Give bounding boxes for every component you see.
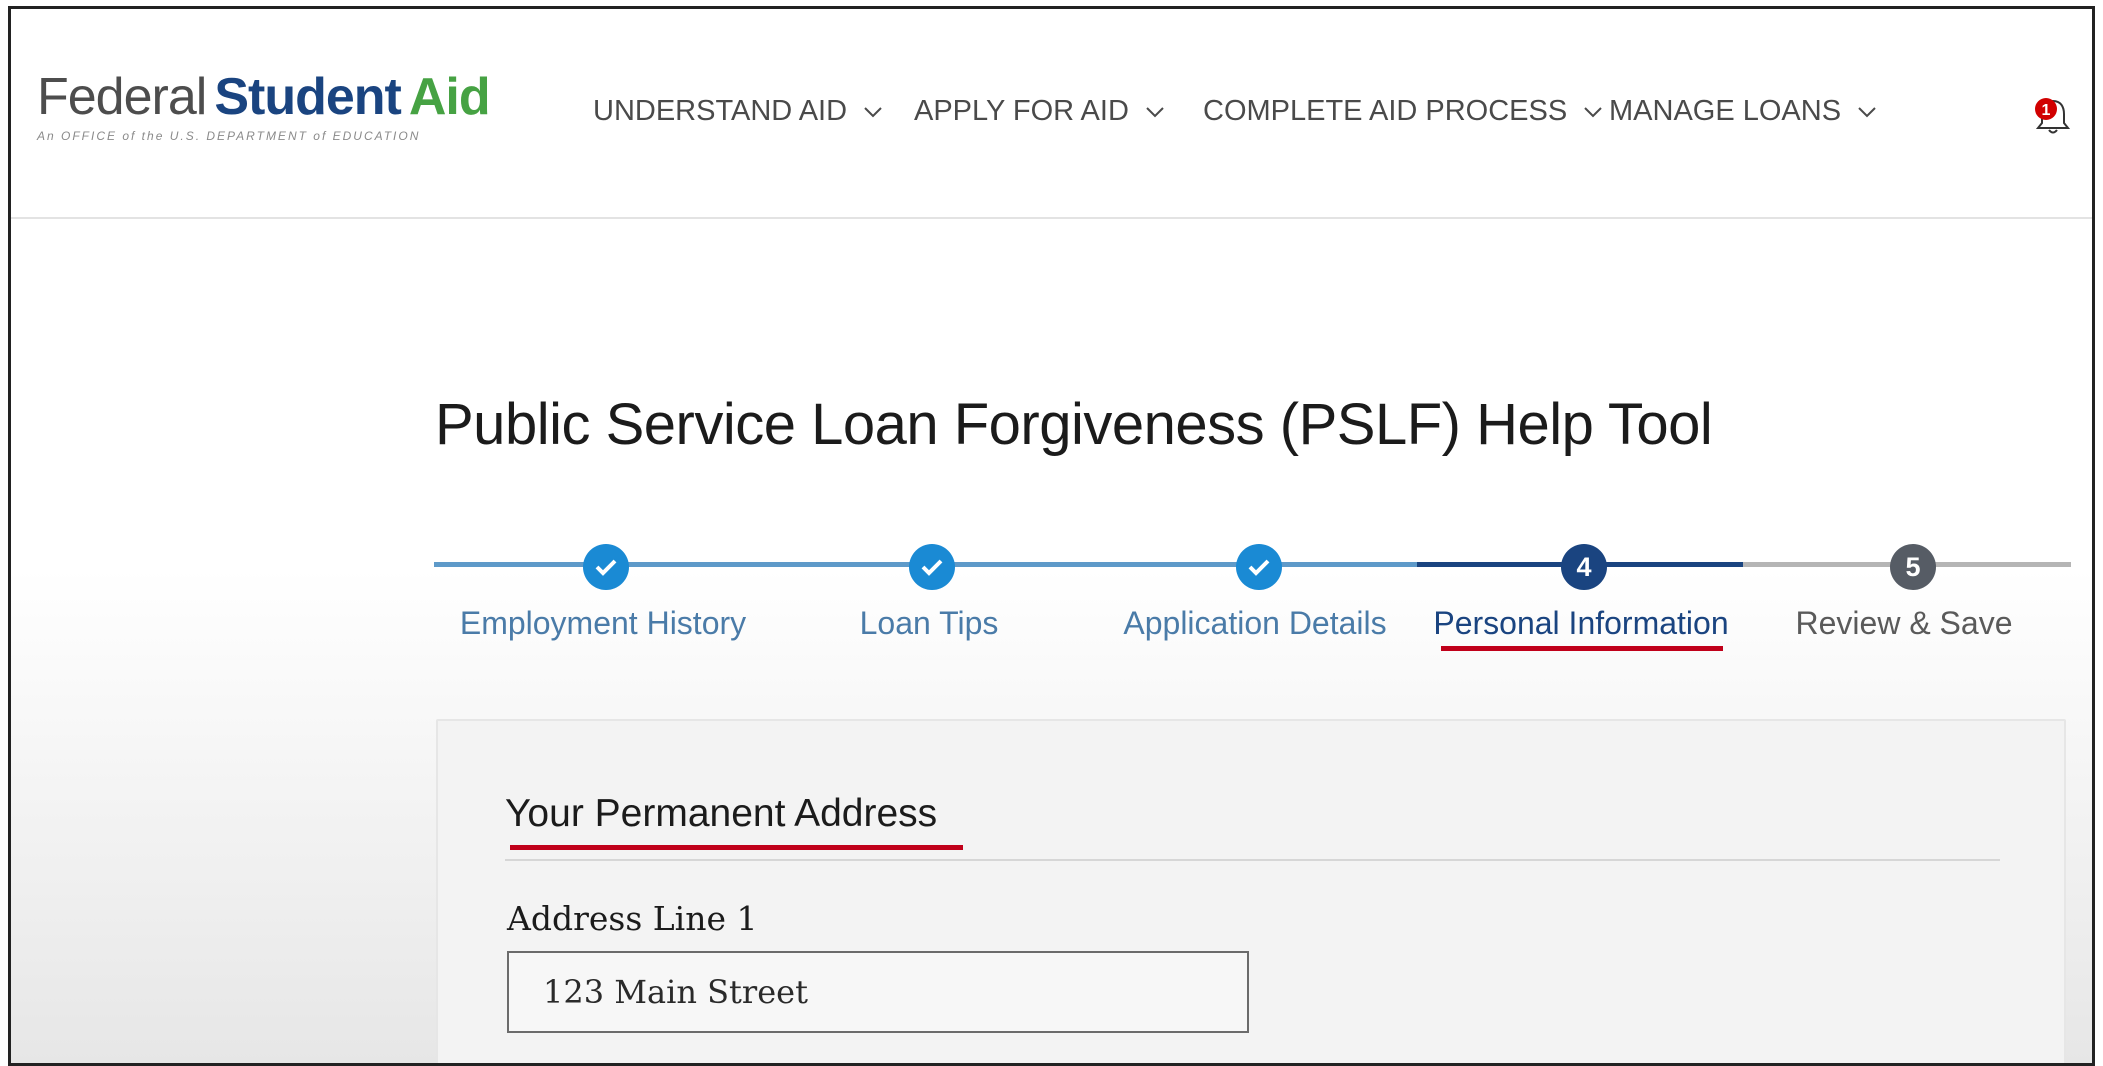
logo-word-student: Student [214, 68, 402, 126]
step-5-number: 5 [1890, 544, 1936, 590]
bell-icon: 1 [2035, 98, 2071, 134]
logo-tagline: An OFFICE of the U.S. DEPARTMENT of EDUC… [37, 129, 421, 143]
notifications-button[interactable]: 1 [2033, 95, 2073, 137]
step-label-application-details[interactable]: Application Details [1123, 605, 1386, 642]
notification-count: 1 [2042, 102, 2051, 119]
step-label-employment-history[interactable]: Employment History [460, 605, 746, 642]
site-header: Federal Student Aid An OFFICE of the U.S. … [11, 9, 2092, 219]
logo-word-aid: Aid [408, 68, 491, 126]
step-4-number: 4 [1561, 544, 1607, 590]
section-title: Your Permanent Address [505, 792, 938, 835]
step-label-review-save: Review & Save [1795, 605, 2013, 641]
chevron-down-icon [1858, 106, 1876, 117]
annotation-underline-current-step [1441, 646, 1723, 651]
nav-label: APPLY FOR AID [914, 95, 1129, 127]
nav-label: MANAGE LOANS [1609, 95, 1842, 127]
step-3-check-icon [1236, 544, 1282, 590]
logo-word-federal: Federal [37, 68, 207, 126]
nav-label: UNDERSTAND AID [593, 95, 848, 127]
nav-apply-for-aid[interactable]: APPLY FOR AID [914, 95, 1165, 128]
nav-complete-aid-process[interactable]: COMPLETE AID PROCESS [1203, 95, 1603, 128]
step-label-loan-tips[interactable]: Loan Tips [860, 605, 999, 642]
screenshot-frame: Federal Student Aid An OFFICE of the U.S. … [8, 6, 2095, 1066]
annotation-underline-section-title [510, 845, 963, 850]
chevron-down-icon [864, 106, 882, 117]
section-divider [505, 859, 2000, 861]
step-label-personal-information[interactable]: Personal Information [1433, 605, 1728, 642]
nav-manage-loans[interactable]: MANAGE LOANS [1609, 95, 1877, 128]
step-2-check-icon [909, 544, 955, 590]
address-line-1-input[interactable] [507, 951, 1249, 1033]
nav-understand-aid[interactable]: UNDERSTAND AID [593, 95, 883, 128]
step-1-check-icon [583, 544, 629, 590]
page-title: Public Service Loan Forgiveness (PSLF) H… [435, 392, 1713, 457]
nav-label: COMPLETE AID PROCESS [1203, 95, 1568, 127]
address-line-1-label: Address Line 1 [507, 899, 758, 938]
chevron-down-icon [1146, 106, 1164, 117]
chevron-down-icon [1584, 106, 1602, 117]
federal-student-aid-logo[interactable]: Federal Student Aid An OFFICE of the U.S. … [37, 68, 491, 143]
